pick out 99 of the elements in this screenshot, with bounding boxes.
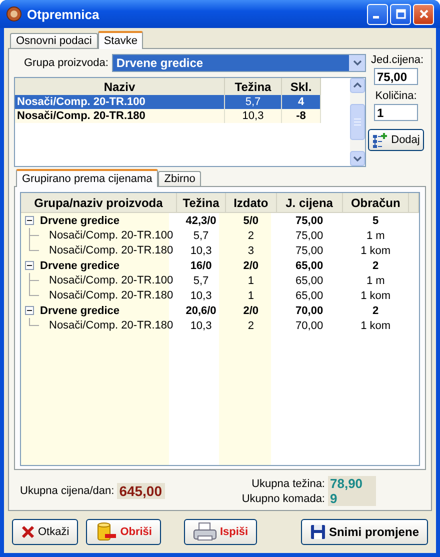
quantity-field[interactable]: 1	[374, 104, 418, 121]
total-label: Ukupno komada:	[242, 492, 325, 504]
table-cell: 5,7	[224, 95, 282, 109]
item-name: Nosači/Comp. 20-TR.180	[49, 244, 174, 256]
table-cell: 65,00	[296, 290, 324, 302]
total-label: Ukupna cijena/dan:	[20, 485, 114, 497]
list-row[interactable]: Nosači/Comp. 20-TR.180 10,3 -8	[15, 109, 350, 123]
chevron-down-icon	[352, 60, 362, 66]
table-cell: 3	[248, 244, 254, 256]
table-cell: 1 m	[366, 230, 385, 242]
item-name: Nosači/Comp. 20-TR.180	[49, 289, 174, 302]
product-group-dropdown[interactable]: Drvene gredice	[112, 54, 366, 72]
collapse-icon[interactable]	[25, 306, 34, 314]
dropdown-value: Drvene gredice	[113, 55, 349, 71]
table-cell: Nosači/Comp. 20-TR.180	[15, 109, 224, 123]
collapse-icon[interactable]	[25, 216, 34, 224]
table-cell: Nosači/Comp. 20-TR.100	[15, 95, 224, 109]
scroll-up-icon	[350, 78, 365, 93]
field-label: Jed.cijena:	[371, 54, 424, 66]
print-button[interactable]: Ispiši	[184, 519, 258, 545]
list-row[interactable]: Nosači/Comp. 20-TR.100 5,7 4	[15, 95, 350, 109]
table-cell: 5	[372, 214, 379, 226]
item-name: Nosači/Comp. 20-TR.100	[49, 274, 174, 286]
tab[interactable]: Stavke	[98, 31, 144, 49]
table-cell: 1 m	[366, 274, 385, 286]
close-icon	[418, 9, 428, 19]
window-title: Otpremnica	[27, 6, 100, 22]
printer-icon	[192, 522, 217, 542]
table-cell: 2	[372, 260, 379, 272]
tab[interactable]: Osnovni podaci	[10, 33, 98, 48]
table-cell: 2/0	[243, 260, 259, 272]
table-cell: 42,3/0	[186, 214, 216, 226]
column-header[interactable]: Naziv	[15, 78, 224, 95]
total-count-value: 9	[328, 491, 376, 506]
item-name: Nosači/Comp. 20-TR.100	[49, 229, 174, 242]
column-header[interactable]: Težina	[176, 193, 226, 212]
minimize-button[interactable]	[367, 4, 388, 24]
dropdown-button[interactable]	[349, 55, 365, 71]
delete-button[interactable]: Obriši	[86, 519, 161, 545]
table-cell: 20,6/0	[186, 304, 216, 316]
table-cell: 2	[372, 304, 379, 316]
table-cell: 10,3	[190, 244, 212, 256]
column-header[interactable]: Grupa/naziv proizvoda	[21, 193, 176, 212]
collapse-icon[interactable]	[25, 260, 34, 270]
table-cell: 5,7	[193, 230, 209, 242]
list-add-icon	[372, 132, 388, 148]
cancel-button[interactable]: Otkaži	[12, 519, 78, 545]
table-cell: 75,00	[296, 230, 324, 242]
field-label: Količina:	[375, 90, 417, 102]
column-header[interactable]: Obračun	[342, 193, 409, 212]
tab[interactable]: Grupirano prema cijenama	[16, 169, 158, 187]
table-cell: 1 kom	[360, 320, 391, 332]
table-cell: 5/0	[243, 214, 259, 226]
table-cell: 10,3	[190, 320, 212, 332]
table-cell: 1 kom	[360, 290, 391, 302]
app-icon	[6, 6, 22, 22]
close-icon	[21, 525, 35, 539]
total-price-value: 645,00	[117, 483, 166, 499]
table-cell: -8	[282, 109, 320, 123]
group-name: Drvene gredice	[40, 260, 120, 272]
field-label: Grupa proizvoda:	[24, 57, 108, 69]
table-cell: 1 kom	[360, 244, 391, 256]
group-name: Drvene gredice	[40, 304, 120, 316]
cylinder-icon	[95, 521, 118, 543]
group-name: Drvene gredice	[40, 214, 120, 226]
table-cell: 75,00	[296, 244, 324, 256]
table-cell: 70,00	[296, 304, 324, 316]
unit-price-field[interactable]: 75,00	[374, 68, 418, 85]
table-cell: 1	[248, 274, 254, 286]
tab[interactable]: Zbirno	[158, 171, 202, 186]
floppy-icon	[310, 524, 326, 540]
save-button[interactable]: Snimi promjene	[300, 519, 428, 545]
column-header[interactable]: Težina	[224, 78, 282, 95]
add-button[interactable]: Dodaj	[368, 129, 424, 151]
scroll-down-icon	[350, 151, 365, 166]
total-label: Ukupna težina:	[250, 478, 325, 490]
table-cell: 10,3	[190, 290, 212, 302]
scrollbar[interactable]	[350, 78, 365, 166]
column-header[interactable]: J. cijena	[276, 193, 342, 212]
table-cell: 4	[282, 95, 320, 109]
table-cell: 65,00	[296, 260, 324, 272]
maximize-icon	[396, 9, 406, 19]
table-cell: 2	[248, 230, 254, 242]
column-header[interactable]: Izdato	[226, 193, 276, 212]
table-cell: 2	[248, 320, 254, 332]
table-cell: 2/0	[243, 304, 259, 316]
table-cell: 1	[248, 290, 254, 302]
table-cell: 65,00	[296, 274, 324, 286]
table-cell: 70,00	[296, 320, 324, 332]
table-cell: 16/0	[190, 260, 212, 272]
item-name: Nosači/Comp. 20-TR.180	[49, 319, 174, 332]
table-cell: 5,7	[193, 274, 209, 286]
close-button[interactable]	[413, 4, 434, 24]
maximize-button[interactable]	[390, 4, 411, 24]
column-header[interactable]: Skl.	[282, 78, 320, 95]
table-cell: 75,00	[296, 214, 324, 226]
total-weight-value: 78,90	[328, 476, 376, 491]
minimize-icon	[373, 16, 379, 18]
table-cell: 10,3	[224, 109, 282, 123]
